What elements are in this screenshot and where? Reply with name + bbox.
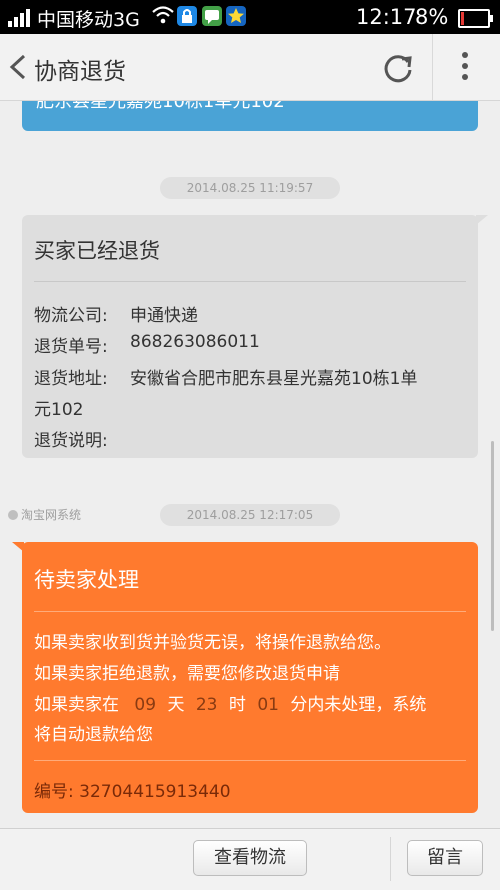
logistics-value: 申通快递 [130, 306, 198, 326]
back-icon[interactable] [6, 50, 30, 84]
signal-icon [8, 9, 34, 27]
star-app-icon [226, 6, 246, 26]
info-line: 如果卖家收到货并验货无误，将操作退款给您。 [34, 633, 391, 653]
wifi-icon [152, 5, 174, 29]
timestamp: 2014.08.25 12:17:05 [160, 504, 340, 526]
divider [34, 611, 466, 612]
message-app-icon [202, 6, 222, 26]
countdown-days: 09 [134, 695, 157, 715]
return-number-value: 868263086011 [130, 332, 260, 352]
return-address-value: 安徽省合肥市肥东县星光嘉苑10栋1单 [130, 369, 418, 389]
divider [390, 837, 391, 881]
info-line: 如果卖家拒绝退款，需要您修改退货申请 [34, 664, 340, 684]
return-address-label: 退货地址: [34, 369, 108, 389]
logistics-label: 物流公司: [34, 306, 108, 326]
previous-message-bubble: 肥东县星光嘉苑10栋1单元102 [22, 101, 478, 131]
divider [432, 34, 433, 100]
system-sender: 淘宝网系统 [8, 506, 81, 523]
status-bar: 中国移动3G 12:17 8% [0, 0, 500, 34]
system-sender-name: 淘宝网系统 [21, 508, 82, 522]
lock-app-icon [177, 6, 197, 26]
title-bar: 协商退货 [0, 34, 500, 101]
hours-unit: 时 [228, 695, 246, 715]
countdown-hours: 23 [195, 695, 218, 715]
countdown-suffix: 分内未处理，系统 [290, 695, 427, 715]
timestamp: 2014.08.25 11:19:57 [160, 177, 340, 199]
divider [34, 281, 466, 282]
scrollbar[interactable] [491, 441, 494, 631]
page-title: 协商退货 [34, 59, 126, 85]
clock: 12:17 [356, 5, 417, 29]
leave-message-button[interactable]: 留言 [407, 840, 483, 876]
card-heading: 买家已经退货 [34, 239, 160, 263]
previous-address-text: 肥东县星光嘉苑10栋1单元102 [36, 101, 285, 112]
buyer-returned-card: 买家已经退货 物流公司: 申通快递 退货单号: 868263086011 退货地… [22, 215, 488, 458]
return-address-value-cont: 元102 [34, 400, 84, 420]
refresh-icon[interactable] [380, 50, 416, 86]
more-icon[interactable] [455, 52, 475, 84]
battery-icon [458, 9, 493, 28]
view-logistics-button[interactable]: 查看物流 [193, 840, 307, 876]
pending-seller-card: 待卖家处理 如果卖家收到货并验货无误，将操作退款给您。 如果卖家拒绝退款，需要您… [12, 542, 478, 813]
case-number: 编号: 32704415913440 [34, 782, 231, 802]
chat-thread[interactable]: 肥东县星光嘉苑10栋1单元102 2014.08.25 11:19:57 买家已… [0, 101, 500, 828]
carrier-label: 中国移动3G [37, 9, 140, 31]
battery-percent: 8% [415, 5, 449, 29]
countdown-minutes: 01 [257, 695, 279, 715]
divider [34, 760, 466, 761]
days-unit: 天 [167, 695, 185, 715]
card-heading: 待卖家处理 [34, 568, 139, 592]
countdown-prefix: 如果卖家在 [34, 695, 119, 715]
countdown-line: 如果卖家在 09 天 23 时 01 分内未处理，系统 [34, 690, 426, 715]
bottom-bar: 查看物流 留言 [0, 828, 500, 890]
return-note-label: 退货说明: [34, 431, 108, 451]
info-line: 将自动退款给您 [34, 725, 153, 745]
avatar [8, 510, 18, 520]
return-number-label: 退货单号: [34, 337, 108, 357]
